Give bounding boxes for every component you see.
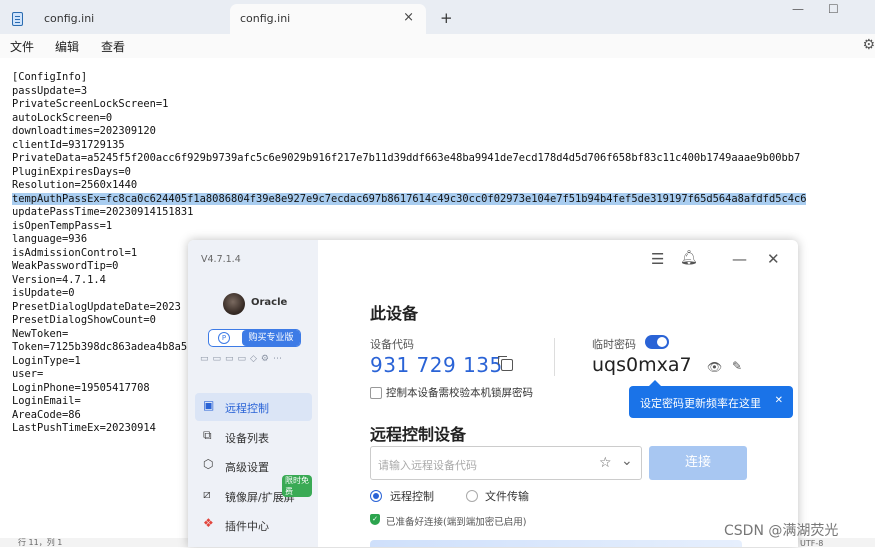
pencil-icon[interactable]: ✎ — [732, 359, 742, 373]
tab-bar: config.ini config.ini × + — ☐ — [0, 0, 875, 34]
user-name: Oracle — [251, 297, 288, 308]
nav-device-list[interactable]: ⧉ 设备列表 — [195, 423, 312, 451]
file-line: downloadtimes=202309120 — [12, 125, 156, 137]
nav-label: 插件中心 — [225, 520, 269, 533]
maximize-icon[interactable]: ☐ — [828, 2, 839, 16]
file-line: PrivateScreenLockScreen=1 — [12, 98, 169, 110]
nav-label: 远程控制 — [225, 402, 269, 415]
menu-bar: 文件 编辑 查看 — [0, 34, 875, 58]
free-badge: 限时免费 — [282, 475, 312, 497]
app-version: V4.7.1.4 — [201, 254, 241, 265]
temp-password: uqs0mxa7 — [592, 354, 692, 376]
buy-pro-label: 购买专业版 — [242, 330, 300, 346]
file-line: Resolution=2560x1440 — [12, 179, 138, 191]
copy-icon[interactable] — [498, 356, 513, 371]
radio-file-transfer[interactable] — [466, 490, 478, 502]
lock-screen-checkbox-label: 控制本设备需校验本机锁屏密码 — [386, 387, 533, 399]
radio-remote-control-label: 远程控制 — [390, 490, 434, 503]
nav-remote-control[interactable]: ▣ 远程控制 — [195, 393, 312, 421]
file-line: passUpdate=3 — [12, 84, 88, 97]
bell-icon[interactable]: 🔔︎ — [680, 250, 698, 266]
notepad-file-icon — [12, 12, 23, 26]
new-tab-icon[interactable]: + — [440, 9, 453, 27]
close-icon[interactable]: × — [403, 10, 414, 25]
menu-edit[interactable]: 编辑 — [55, 38, 79, 55]
remote-control-title: 远程控制设备 — [370, 425, 467, 444]
plugin-center-icon: ❖ — [203, 516, 214, 530]
minimize-icon[interactable]: — — [792, 2, 804, 16]
close-icon[interactable]: ✕ — [767, 250, 780, 268]
lock-screen-checkbox[interactable] — [370, 387, 382, 399]
menu-view[interactable]: 查看 — [101, 38, 125, 55]
quick-tools-icons[interactable]: ▭▭▭▭◇⚙⋯ — [200, 354, 286, 364]
device-code: 931 729 135 — [370, 353, 503, 377]
avatar[interactable] — [223, 293, 245, 315]
cursor-position: 行 11，列 1 — [18, 538, 63, 547]
device-code-label: 设备代码 — [370, 338, 414, 351]
ready-status: 已准备好连接(端到端加密已启用) — [386, 517, 527, 528]
nav-plugin-center[interactable]: ❖ 插件中心 — [195, 511, 312, 539]
tab-label: config.ini — [44, 12, 95, 25]
file-line: autoLockScreen=0 — [12, 111, 113, 124]
watermark: CSDN @满湖荧光 — [724, 523, 839, 539]
nav-label: 设备列表 — [225, 432, 269, 445]
divider — [554, 338, 555, 376]
eye-icon[interactable]: 👁︎ — [707, 360, 722, 374]
radio-file-transfer-label: 文件传输 — [485, 490, 529, 503]
file-line: [ConfigInfo] — [12, 71, 88, 83]
app-sidebar: V4.7.1.4 Oracle P 购买专业版 ▭▭▭▭◇⚙⋯ ▣ 远程控制 ⧉… — [188, 240, 318, 547]
menu-icon[interactable]: ☰ — [651, 250, 664, 268]
remote-control-icon: ▣ — [203, 398, 215, 412]
file-line: PluginExpiresDays=0 — [12, 165, 131, 178]
advanced-settings-icon: ⬡ — [203, 457, 214, 471]
selected-text: tempAuthPassEx=fc8ca0c624405f1a8086804f3… — [12, 192, 807, 205]
temp-password-label: 临时密码 — [592, 338, 636, 351]
minimize-icon[interactable]: — — [732, 250, 747, 268]
close-icon[interactable]: ✕ — [775, 395, 783, 406]
star-icon[interactable]: ☆ — [599, 455, 612, 471]
mirror-screen-icon: ⧄ — [203, 487, 211, 501]
tab-config-2[interactable]: config.ini × — [230, 4, 426, 34]
file-line: clientId=931729135 — [12, 138, 125, 151]
tab-config-1[interactable]: config.ini — [0, 4, 230, 34]
nav-label: 高级设置 — [225, 461, 269, 474]
menu-file[interactable]: 文件 — [10, 38, 34, 55]
shield-check-icon: ✓ — [370, 514, 380, 525]
remote-code-input[interactable]: 请输入远程设备代码 ☆ ⌄ — [370, 446, 642, 480]
file-line: isOpenTempPass=1 — [12, 219, 113, 232]
remote-code-placeholder: 请输入远程设备代码 — [378, 459, 477, 472]
tooltip-text: 设定密码更新频率在这里 — [640, 397, 761, 410]
file-line: tempAuthPassEx=fc8ca0c624405f1a8086804f3… — [12, 192, 807, 207]
nav-mirror-screen[interactable]: ⧄ 镜像屏/扩展屏 限时免费 — [195, 475, 312, 510]
pro-icon: P — [218, 332, 230, 344]
tab-label: config.ini — [240, 12, 291, 25]
settings-gear-icon[interactable]: ⚙ — [862, 37, 875, 53]
device-list-icon: ⧉ — [203, 428, 212, 442]
file-line: updatePassTime=20230914151831 — [12, 206, 194, 218]
connect-button[interactable]: 连接 — [649, 446, 747, 480]
radio-remote-control[interactable] — [370, 490, 382, 502]
password-frequency-tooltip: 设定密码更新频率在这里 ✕ — [629, 380, 793, 418]
buy-pro-button[interactable]: P 购买专业版 — [208, 329, 301, 347]
chevron-down-icon[interactable]: ⌄ — [621, 453, 633, 469]
file-line: PrivateData=a5245f5f200acc6f929b9739afc5… — [12, 152, 801, 164]
promo-banner[interactable] — [370, 540, 742, 547]
temp-password-toggle[interactable] — [645, 335, 669, 349]
this-device-title: 此设备 — [370, 304, 419, 323]
